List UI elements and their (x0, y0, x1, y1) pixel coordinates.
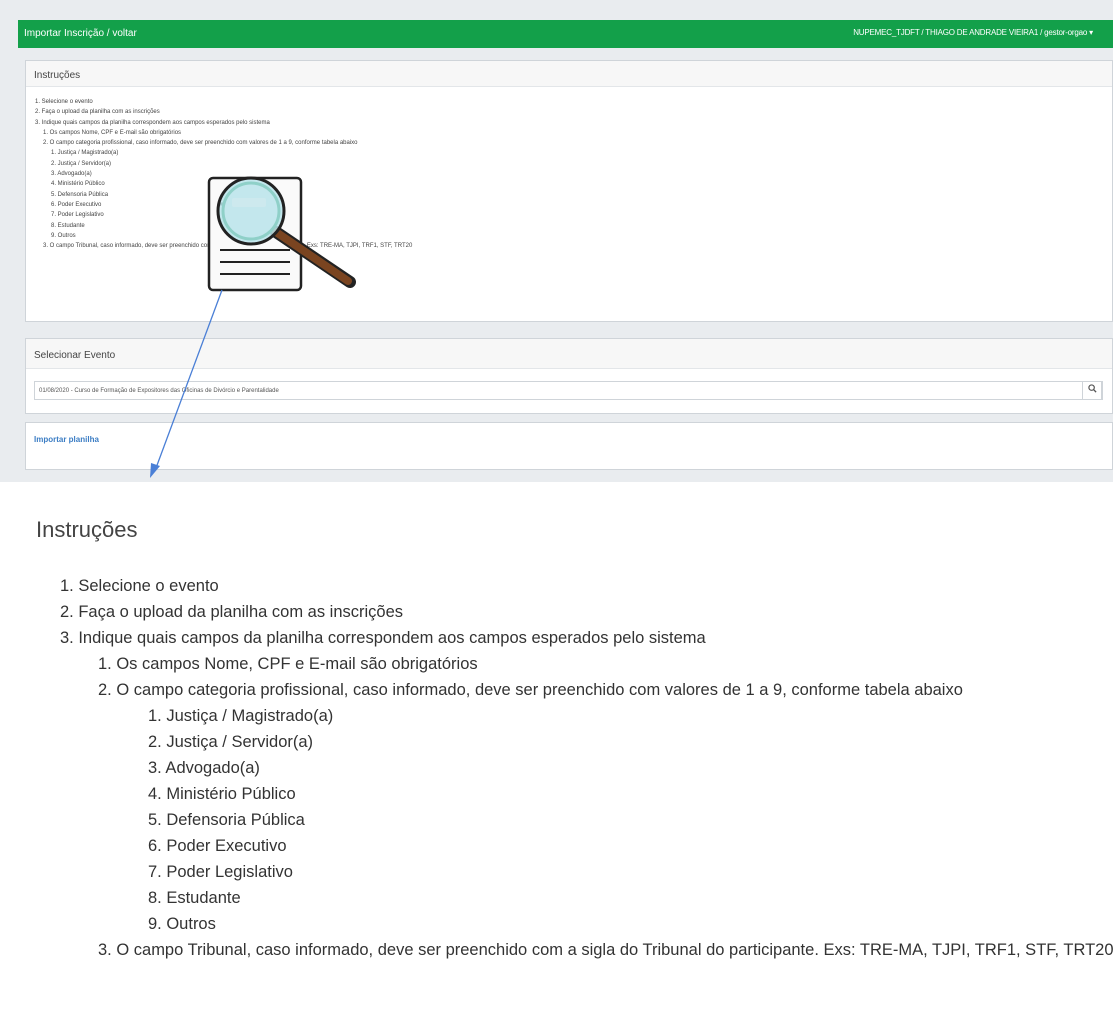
instruction-item: 3. O campo Tribunal, caso informado, dev… (98, 941, 1113, 959)
event-panel: Selecionar Evento 01/08/2020 - Curso de … (25, 338, 1113, 414)
instruction-item: 3. Indique quais campos da planilha corr… (60, 629, 706, 647)
instructions-panel-title: Instruções (26, 61, 1112, 87)
chevron-down-icon: ▾ (1089, 28, 1093, 37)
instruction-item: 1. Justiça / Magistrado(a) (148, 707, 334, 725)
instruction-item: 3. Advogado(a) (148, 759, 260, 777)
event-panel-title: Selecionar Evento (26, 339, 1112, 369)
instruction-item: 6. Poder Executivo (148, 837, 287, 855)
mini-list-item: 3. O campo Tribunal, caso informado, dev… (43, 243, 413, 250)
mini-list-item: 9. Outros (51, 232, 76, 239)
instruction-item: 1. Os campos Nome, CPF e E-mail são obri… (98, 655, 478, 673)
instruction-item: 4. Ministério Público (148, 785, 296, 803)
mini-list-item: 1. Selecione o evento (35, 99, 93, 105)
mini-list-item: 5. Defensoria Pública (51, 191, 109, 198)
user-info: NUPEMEC_TJDFT / THIAGO DE ANDRADE VIEIRA… (853, 28, 1088, 37)
event-select-field[interactable]: 01/08/2020 - Curso de Formação de Exposi… (34, 381, 1103, 400)
instruction-item: 2. Justiça / Servidor(a) (148, 733, 314, 751)
import-panel: Importar planilha (25, 422, 1113, 470)
breadcrumb[interactable]: Importar Inscrição / voltar (24, 28, 137, 39)
user-menu[interactable]: NUPEMEC_TJDFT / THIAGO DE ANDRADE VIEIRA… (853, 28, 1093, 37)
instructions-title: Instruções (36, 517, 138, 542)
instruction-item: 1. Selecione o evento (60, 577, 219, 595)
instruction-item: 8. Estudante (148, 889, 241, 907)
instruction-item: 9. Outros (148, 915, 216, 933)
mini-list-item: 2. Faça o upload da planilha com as insc… (35, 109, 160, 116)
instruction-item: 2. O campo categoria profissional, caso … (98, 681, 963, 699)
instruction-item: 7. Poder Legislativo (148, 863, 293, 881)
app-screenshot: Importar Inscrição / voltar NUPEMEC_TJDF… (0, 0, 1113, 482)
instructions-mini-list: 1. Selecione o evento 2. Faça o upload da… (26, 87, 1112, 251)
instructions-panel: Instruções 1. Selecione o evento 2. Faça … (25, 60, 1113, 322)
instruction-item: 2. Faça o upload da planilha com as insc… (60, 603, 404, 621)
mini-list-item: 3. Advogado(a) (51, 171, 92, 178)
search-button[interactable] (1082, 381, 1102, 400)
instruction-item: 5. Defensoria Pública (148, 811, 305, 829)
mini-list-item: 4. Ministério Público (51, 181, 105, 188)
mini-list-item: 7. Poder Legislativo (51, 212, 104, 219)
mini-list-item: 2. Justiça / Servidor(a) (51, 160, 112, 167)
mini-list-item: 1. Justiça / Magistrado(a) (51, 150, 119, 157)
selected-event-value: 01/08/2020 - Curso de Formação de Exposi… (39, 388, 279, 394)
mini-list-item: 1. Os campos Nome, CPF e E-mail são obri… (43, 129, 182, 136)
top-navbar: Importar Inscrição / voltar NUPEMEC_TJDF… (18, 20, 1113, 48)
import-spreadsheet-link[interactable]: Importar planilha (34, 435, 99, 444)
mini-list-item: 6. Poder Executivo (51, 201, 102, 208)
mini-list-item: 2. O campo categoria profissional, caso … (43, 140, 358, 147)
mini-list-item: 8. Estudante (51, 222, 85, 229)
search-icon (1087, 384, 1097, 393)
mini-list-item: 3. Indique quais campos da planilha corr… (35, 119, 270, 126)
